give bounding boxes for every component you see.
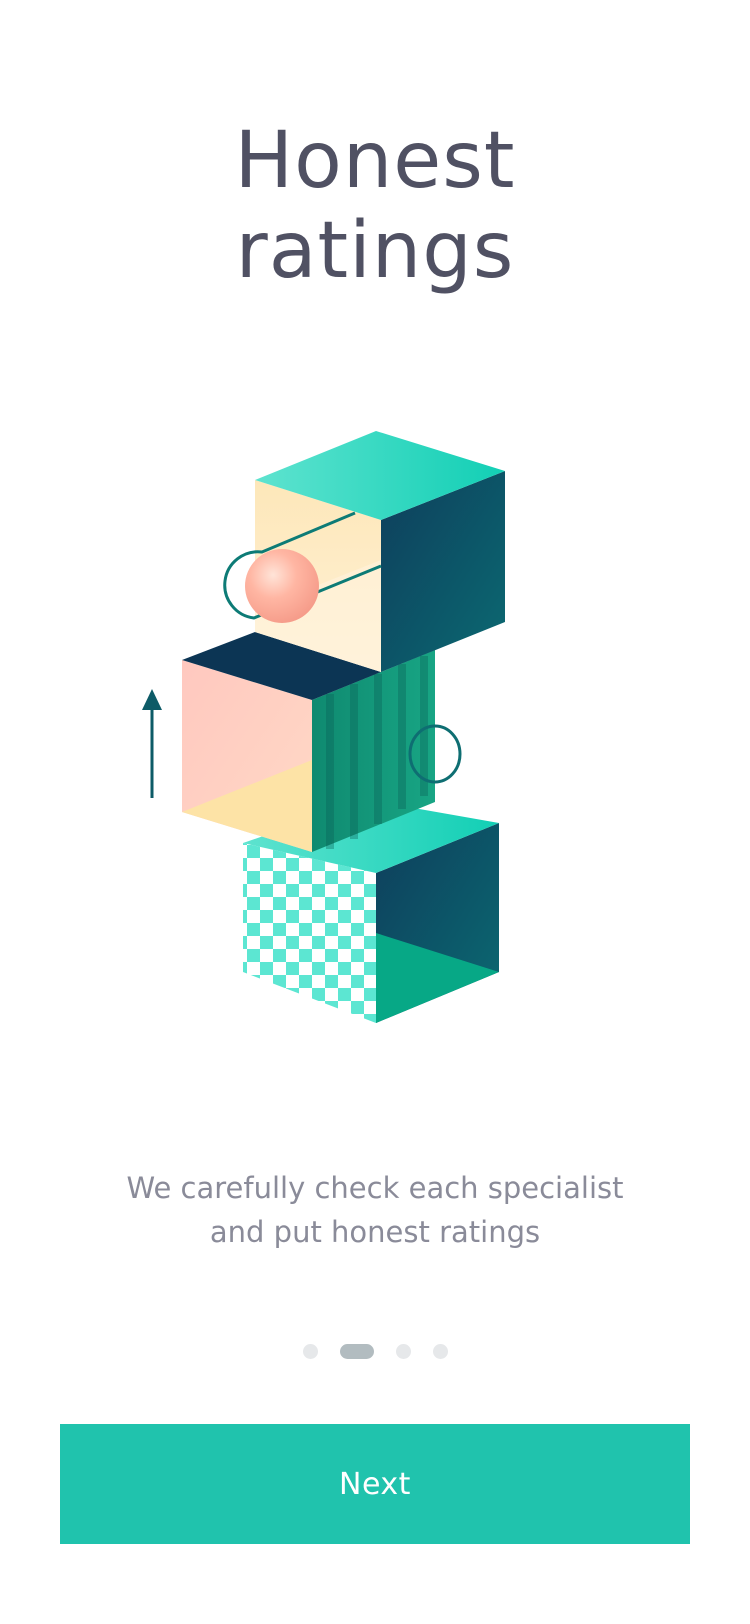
description-line-2: and put honest ratings [209,1215,541,1249]
description-line-1: We carefully check each specialist [126,1171,624,1205]
stacked-cubes-illustration [130,430,530,1070]
next-button[interactable]: Next [60,1424,690,1544]
page-title-line-1: Honest [234,116,516,206]
page-dot-3[interactable] [395,1344,411,1359]
page-dot-4[interactable] [432,1344,448,1359]
page-title-line-2: ratings [235,206,515,296]
page-dot-1[interactable] [302,1344,318,1359]
page-indicator [0,1344,750,1359]
page-dot-2-active[interactable] [339,1344,374,1359]
onboarding-description: We carefully check each specialist and p… [0,1166,750,1254]
page-title: Honest ratings [0,116,750,296]
